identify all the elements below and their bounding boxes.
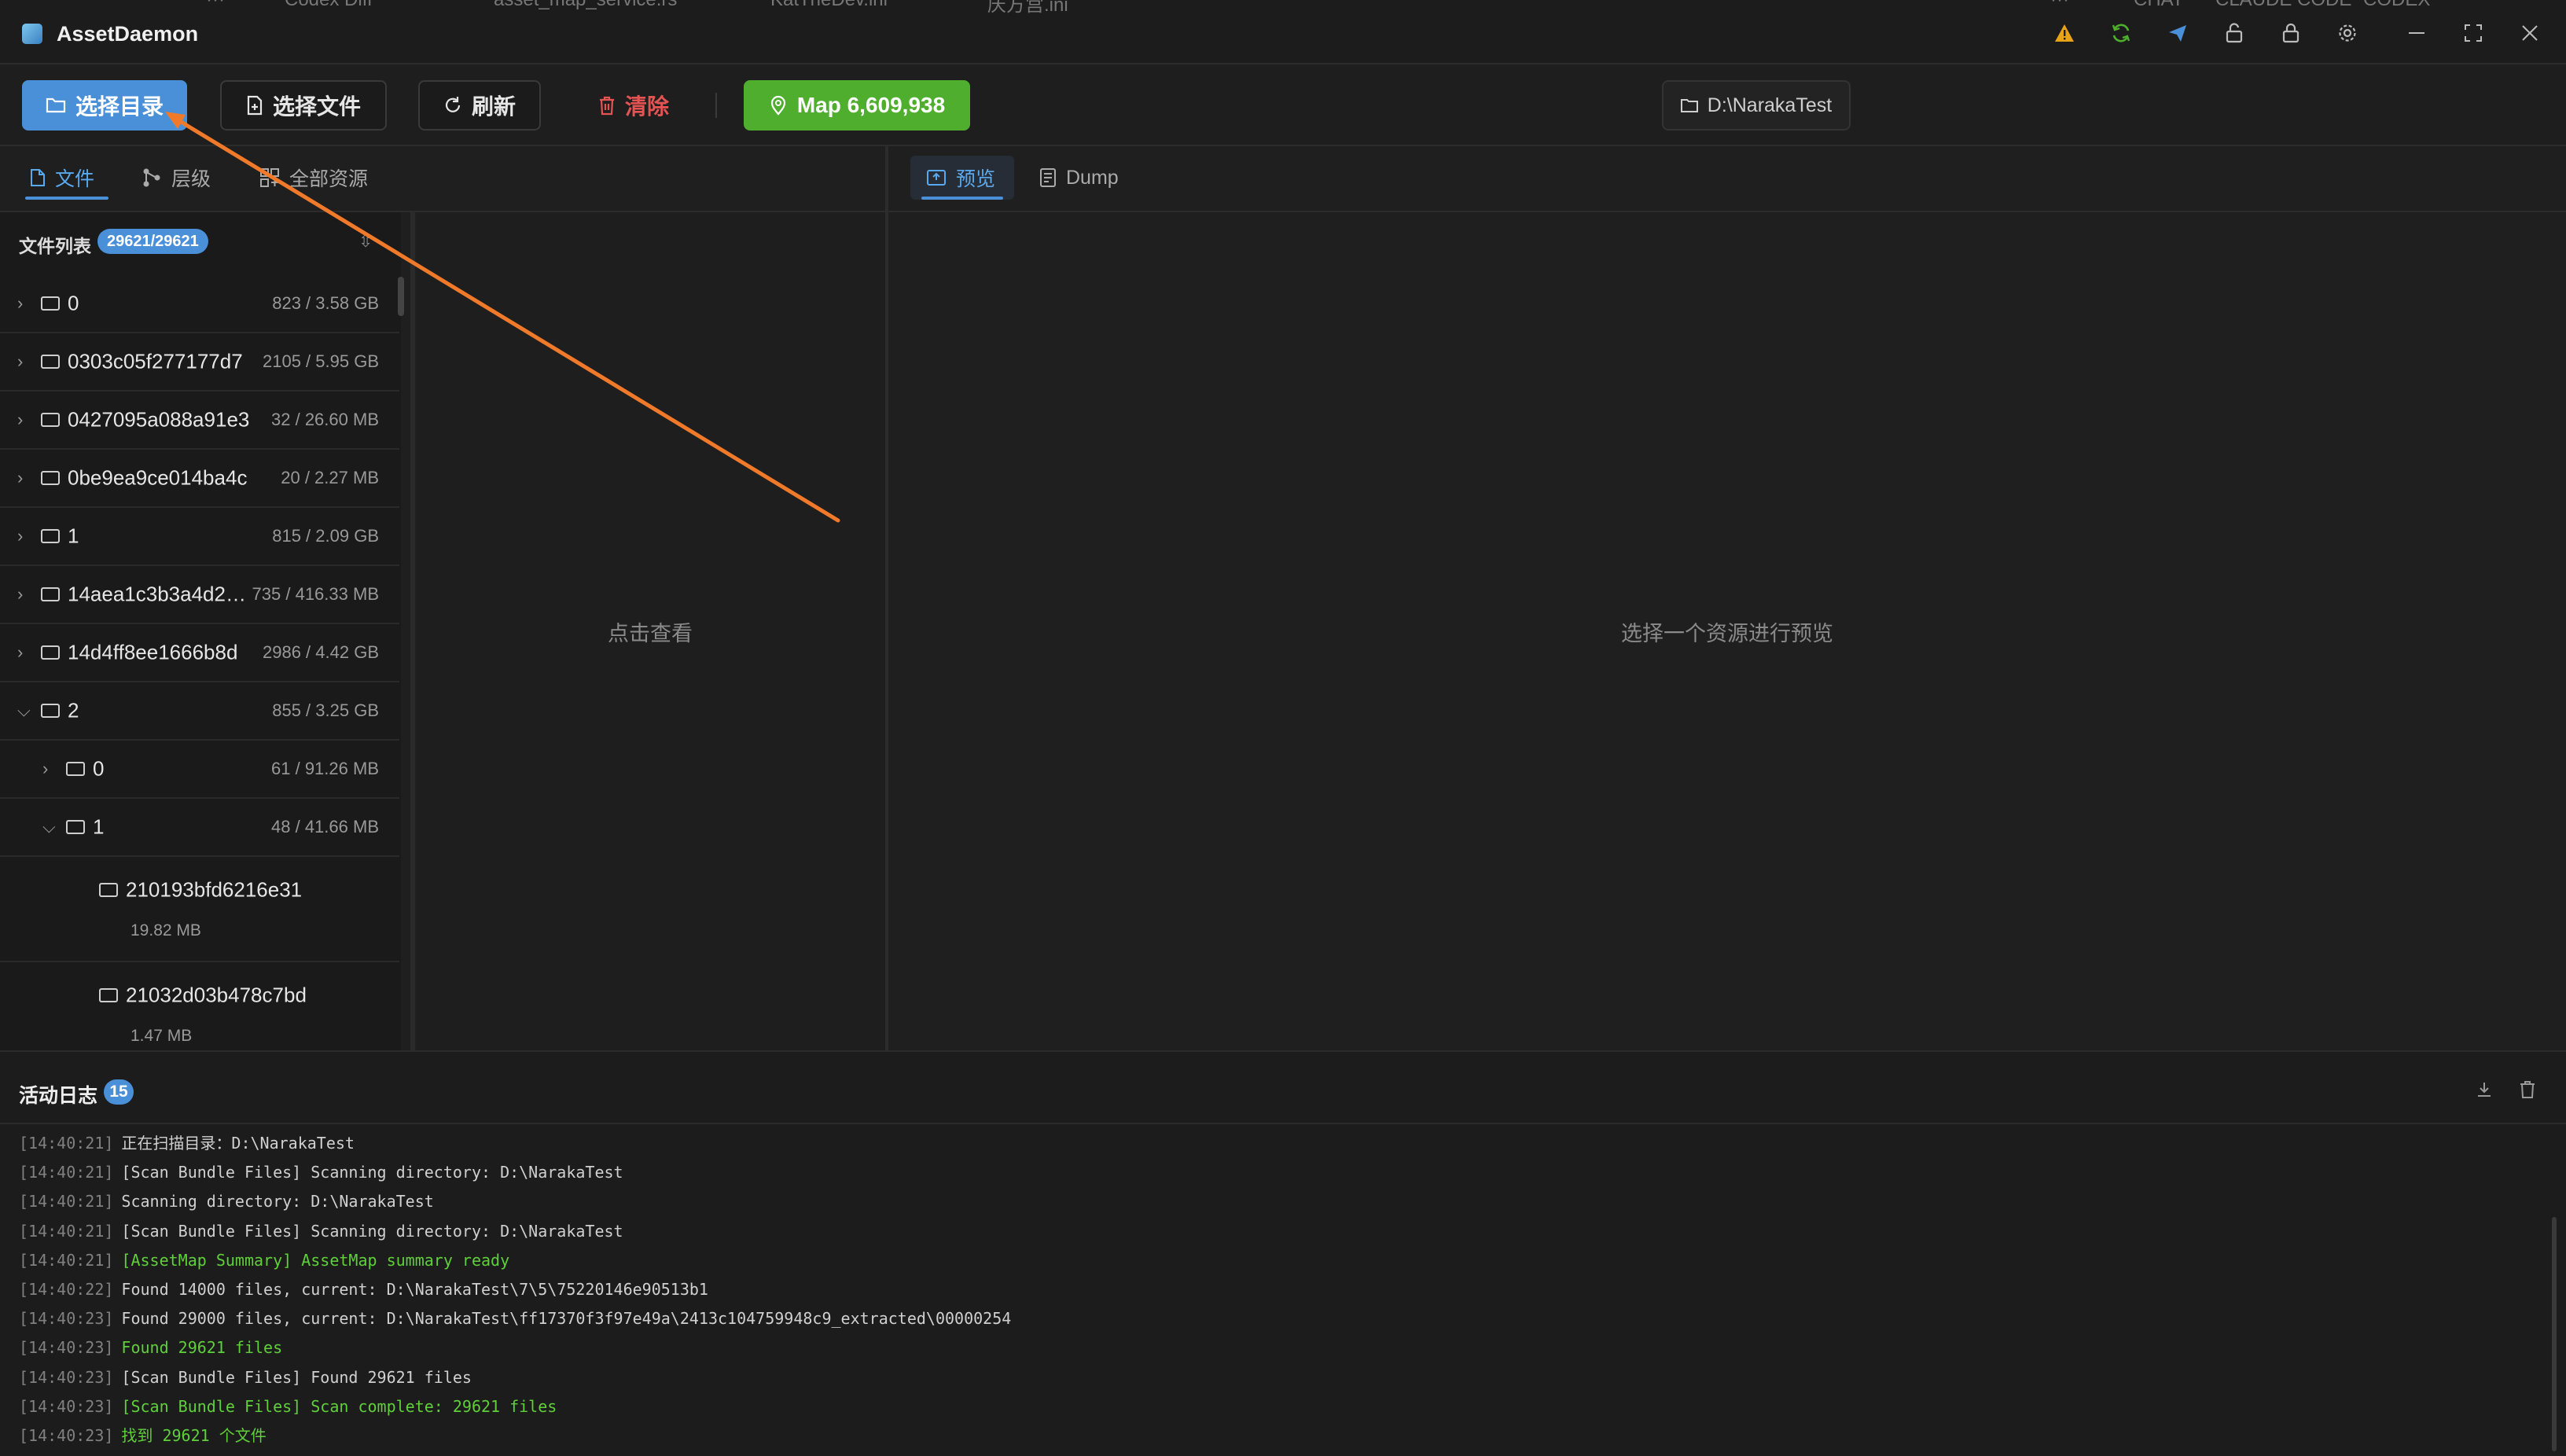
annotation-arrow	[165, 112, 840, 523]
